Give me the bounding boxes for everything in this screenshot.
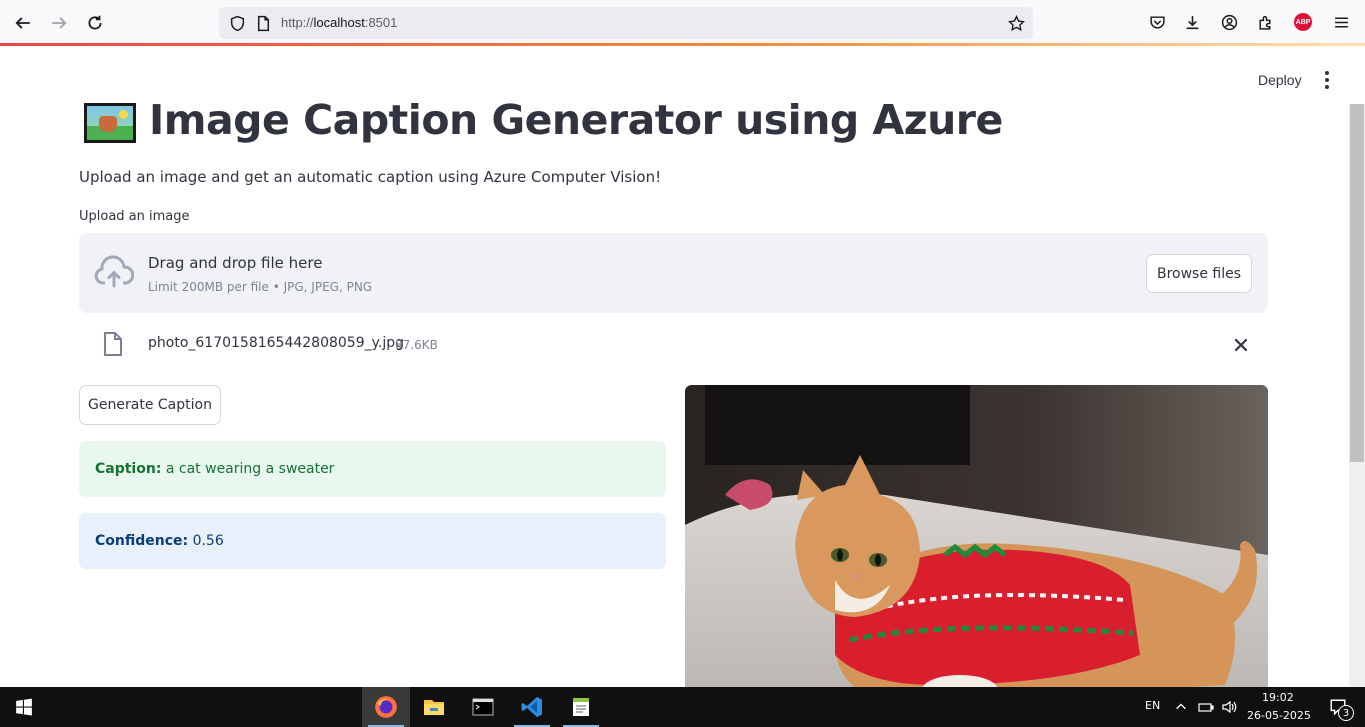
notepad-plus-plus-icon[interactable] (557, 687, 605, 727)
tray-expand-icon[interactable] (1170, 687, 1192, 727)
file-icon (102, 331, 124, 357)
vscode-icon[interactable] (508, 687, 556, 727)
confidence-value: 0.56 (192, 533, 224, 549)
url-host: localhost (313, 15, 365, 30)
clock-time[interactable]: 19:02 (1262, 691, 1294, 704)
url-prefix: http:// (281, 15, 314, 30)
cloud-upload-icon (94, 255, 135, 291)
account-icon[interactable] (1219, 12, 1239, 32)
caption-value: a cat wearing a sweater (165, 461, 335, 477)
file-size: 87.6KB (395, 338, 438, 352)
page-subtitle: Upload an image and get an automatic cap… (79, 168, 662, 186)
firefox-icon[interactable] (362, 687, 410, 727)
uploaded-image-preview (685, 385, 1268, 687)
url-port: :8501 (364, 15, 398, 30)
page-scrollbar-thumb[interactable] (1350, 104, 1364, 462)
adblock-plus-icon[interactable]: ABP (1293, 12, 1313, 32)
deploy-button[interactable]: Deploy (1246, 70, 1314, 90)
confidence-label: Confidence: (95, 533, 189, 549)
reload-icon[interactable] (83, 11, 107, 35)
windows-taskbar: EN 19:02 26-05-2025 3 (0, 687, 1365, 727)
file-explorer-icon[interactable] (410, 687, 458, 727)
framed-picture-icon (84, 103, 136, 143)
dropzone-limit: Limit 200MB per file • JPG, JPEG, PNG (148, 280, 373, 294)
forward-icon[interactable] (47, 11, 71, 35)
battery-icon[interactable] (1195, 687, 1217, 727)
notification-count: 3 (1338, 705, 1354, 721)
uploaded-file-row: photo_6170158165442808059_y.jpg 87.6KB (79, 329, 1268, 359)
caption-label: Caption: (95, 461, 162, 477)
dropzone-title: Drag and drop file here (148, 254, 323, 272)
terminal-icon[interactable] (459, 687, 507, 727)
download-icon[interactable] (1182, 12, 1202, 32)
more-options-icon[interactable] (1318, 70, 1336, 90)
browse-files-button[interactable]: Browse files (1146, 254, 1252, 293)
uploader-label: Upload an image (79, 209, 190, 224)
pocket-icon[interactable] (1147, 12, 1167, 32)
caption-alert: Caption: a cat wearing a sweater (79, 441, 666, 497)
page-icon[interactable] (253, 13, 273, 33)
shield-icon[interactable] (227, 13, 247, 33)
language-indicator[interactable]: EN (1145, 699, 1160, 712)
page-title: Image Caption Generator using Azure (149, 96, 1003, 144)
extensions-icon[interactable] (1255, 12, 1275, 32)
file-name: photo_6170158165442808059_y.jpg (148, 335, 405, 351)
windows-start-icon[interactable] (0, 687, 48, 727)
generate-caption-button[interactable]: Generate Caption (79, 385, 221, 425)
clock-date[interactable]: 26-05-2025 (1247, 709, 1311, 722)
file-dropzone[interactable]: Drag and drop file here Limit 200MB per … (79, 233, 1268, 313)
browser-toolbar: http://localhost:8501 ABP (0, 0, 1365, 44)
back-icon[interactable] (11, 11, 35, 35)
url-bar[interactable]: http://localhost:8501 (219, 7, 1033, 39)
menu-icon[interactable] (1331, 12, 1351, 32)
remove-file-icon[interactable] (1230, 334, 1252, 356)
adblock-plus-label: ABP (1294, 13, 1312, 31)
bookmark-star-icon[interactable] (1006, 13, 1026, 33)
url-text[interactable]: http://localhost:8501 (281, 15, 397, 30)
volume-icon[interactable] (1218, 687, 1240, 727)
notification-center-icon[interactable]: 3 (1318, 687, 1358, 727)
confidence-alert: Confidence: 0.56 (79, 513, 666, 569)
app-main: Deploy Image Caption Generator using Azu… (0, 46, 1365, 687)
